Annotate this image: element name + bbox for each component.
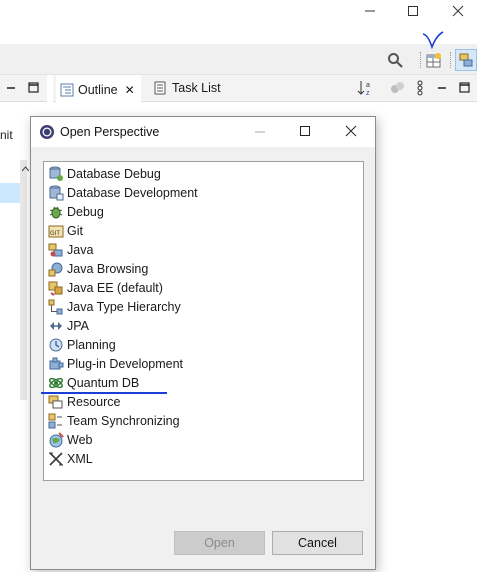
close-icon [452,5,464,17]
list-item-label: Debug [67,204,104,219]
list-item-java-browsing[interactable]: Java Browsing [48,259,148,278]
list-item-java-type-hierarchy[interactable]: Java Type Hierarchy [48,297,181,316]
plugin-icon [48,356,64,372]
search-icon[interactable] [386,51,404,69]
team-sync-icon [48,413,64,429]
hide-fields-icon[interactable] [390,80,406,96]
quantum-db-icon [48,375,64,391]
window-caption [0,0,477,44]
list-item-database-development[interactable]: Database Development [48,183,198,202]
open-button[interactable]: Open [174,531,265,555]
list-item-label: Quantum DB [67,375,140,390]
open-perspective-dialog: Open Perspective Database Debug Database… [30,116,376,570]
list-item-resource[interactable]: Resource [48,392,121,411]
list-item-plugin-development[interactable]: Plug-in Development [48,354,183,373]
sort-icon[interactable]: a z [357,80,375,96]
list-item-web[interactable]: Web [48,430,92,449]
close-window-button[interactable] [438,0,477,22]
jpa-icon [48,318,64,334]
svg-text:z: z [366,90,370,96]
toolbar-separator [450,52,453,68]
svg-text:GIT: GIT [50,231,60,237]
dialog-title: Open Perspective [60,125,160,139]
list-item-label: Plug-in Development [67,356,184,371]
tab-outline-label: Outline [78,83,118,97]
list-item-label: Git [67,223,83,238]
list-item-java[interactable]: Java [48,240,93,259]
minimize-button[interactable] [350,0,390,22]
list-item-label: Java EE (default) [67,280,163,295]
list-item-quantum-db[interactable]: Quantum DB [48,373,139,392]
maximize-view-icon[interactable] [459,82,471,94]
main-toolbar [0,44,477,75]
annotation-checkmark [422,31,444,50]
list-item-jpa[interactable]: JPA [48,316,89,335]
maximize-view-icon[interactable] [28,82,40,94]
left-selected-row[interactable] [0,183,20,203]
eclipse-icon [40,125,54,139]
tab-close-icon[interactable]: ✕ [125,83,135,97]
git-icon: GIT [48,223,64,239]
list-item-label: Database Development [67,185,198,200]
list-item-label: Planning [67,337,116,352]
list-item-xml[interactable]: XML [48,449,93,468]
xml-icon [48,451,64,467]
tab-outline[interactable]: Outline ✕ [56,75,141,103]
minimize-view-icon[interactable] [437,83,447,93]
view-menu-icon[interactable] [415,79,425,97]
list-item-label: Resource [67,394,121,409]
java-icon [48,242,64,258]
list-item-java-ee[interactable]: Java EE (default) [48,278,163,297]
tab-task-list-label: Task List [172,81,221,95]
minimize-icon [365,10,375,12]
planning-icon [48,337,64,353]
list-item-label: Database Debug [67,166,161,181]
list-item-label: Java [67,242,94,257]
scroll-up-icon[interactable] [22,166,29,172]
database-development-icon [48,185,64,201]
list-item-git[interactable]: GIT Git [48,221,83,240]
dialog-titlebar: Open Perspective [31,117,375,147]
list-item-debug[interactable]: Debug [48,202,104,221]
list-item-label: Team Synchronizing [67,413,180,428]
type-hierarchy-icon [48,299,64,315]
list-item-database-debug[interactable]: Database Debug [48,164,161,183]
left-view-tabbar [0,75,47,102]
minimize-view-icon[interactable] [6,83,16,93]
annotation-underline [41,392,167,394]
outline-icon [60,83,74,97]
minimize-icon [255,131,265,133]
list-item-label: Web [67,432,93,447]
database-debug-icon [48,166,64,182]
list-item-label: Java Browsing [67,261,149,276]
java-browsing-icon [48,261,64,277]
list-item-label: Java Type Hierarchy [67,299,181,314]
perspective-list[interactable]: Database Debug Database Development Debu… [43,161,364,481]
maximize-icon [408,6,418,16]
java-ee-icon [48,280,64,296]
debug-icon [48,204,64,220]
cancel-button[interactable]: Cancel [272,531,363,555]
tab-task-list[interactable]: Task List [149,75,225,101]
outline-view-tabbar: Outline ✕ Task List a z [53,75,477,103]
maximize-button[interactable] [393,0,433,22]
resource-icon [48,394,64,410]
list-item-team-synchronizing[interactable]: Team Synchronizing [48,411,180,430]
java-perspective-icon[interactable] [455,49,477,71]
task-list-icon [154,81,166,95]
svg-text:a: a [366,82,370,89]
close-icon[interactable] [345,125,357,137]
web-icon [48,431,64,448]
left-scrollbar[interactable] [20,160,27,400]
maximize-icon[interactable] [299,125,311,137]
left-stub-text: nit [0,128,13,142]
list-item-label: JPA [67,318,89,333]
list-item-planning[interactable]: Planning [48,335,116,354]
list-item-label: XML [67,451,93,466]
